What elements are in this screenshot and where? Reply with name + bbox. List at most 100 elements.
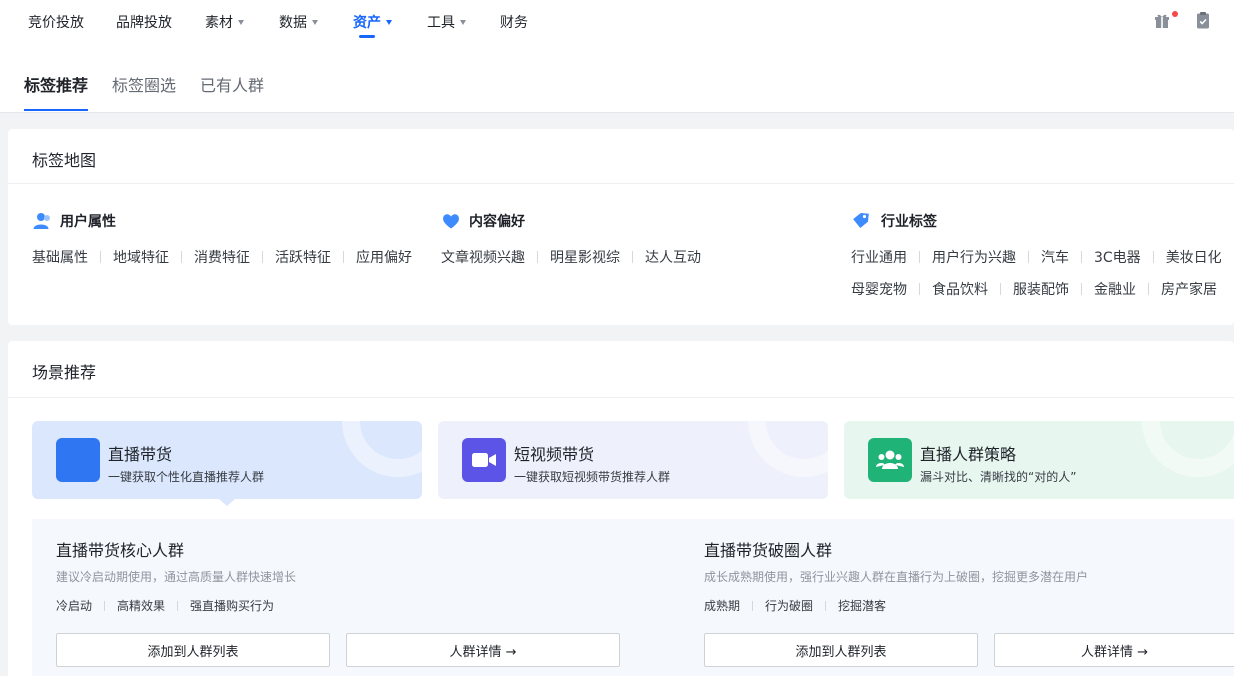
tag-map-title: 标签地图 (32, 151, 97, 170)
scene-title: 短视频带货 (514, 445, 595, 464)
category-user-attributes: 用户属性 (32, 211, 116, 231)
audience-details-button[interactable]: 人群详情 → (346, 633, 620, 667)
nav-item-material[interactable]: 素材 (205, 12, 244, 32)
separator (752, 600, 754, 611)
nav-item-bidding[interactable]: 竞价投放 (28, 12, 84, 32)
tag-item[interactable]: 房产家居 (1161, 279, 1217, 299)
tag-item[interactable]: 地域特征 (113, 247, 169, 267)
audience-tag: 成熟期 (704, 599, 741, 613)
scene-subtitle: 一键获取短视频带货推荐人群 (514, 470, 671, 484)
add-to-audience-list-button[interactable]: 添加到人群列表 (56, 633, 330, 667)
gift-icon[interactable] (1152, 10, 1172, 30)
scene-recommend-title: 场景推荐 (32, 363, 97, 382)
separator (1000, 283, 1001, 295)
category-label: 行业标签 (881, 214, 937, 230)
separator (1028, 251, 1029, 263)
clipboard-icon[interactable] (1193, 10, 1213, 30)
video-camera-icon (462, 438, 506, 482)
tag-item[interactable]: 金融业 (1094, 279, 1136, 299)
tag-map-card: 标签地图 用户属性 基础属性 地域特征 消费特征 活跃特征 应用偏好 内容偏好 … (8, 129, 1234, 325)
category-label: 内容偏好 (469, 214, 525, 230)
separator (825, 600, 827, 611)
audience-tag: 高精效果 (117, 599, 166, 613)
live-icon (56, 438, 100, 482)
decoration-ring (342, 421, 422, 477)
top-navigation: 竞价投放 品牌投放 素材 数据 资产 工具 财务 (0, 0, 1234, 42)
tag-item[interactable]: 基础属性 (32, 247, 88, 267)
tag-item[interactable]: 母婴宠物 (851, 279, 907, 299)
tag-list-content-preference: 文章视频兴趣 明星影视综 达人互动 (441, 247, 701, 267)
active-nav-indicator (359, 35, 375, 38)
chevron-down-icon (386, 20, 392, 25)
audience-tag: 挖掘潜客 (838, 599, 887, 613)
nav-item-data-label: 数据 (279, 15, 307, 31)
audience-description: 建议冷启动期使用，通过高质量人群快速增长 (56, 570, 297, 584)
scene-tab-short-video[interactable]: 短视频带货 一键获取短视频带货推荐人群 (438, 421, 828, 499)
tab-tag-select[interactable]: 标签圈选 (112, 72, 176, 96)
tab-existing-audience[interactable]: 已有人群 (200, 72, 264, 96)
user-icon (33, 213, 50, 229)
tag-item[interactable]: 消费特征 (194, 247, 250, 267)
tag-item[interactable]: 美妆日化 (1166, 247, 1222, 267)
scene-subtitle: 一键获取个性化直播推荐人群 (108, 470, 265, 484)
separator (1152, 251, 1154, 263)
separator (919, 251, 920, 263)
scene-title: 直播人群策略 (920, 445, 1017, 464)
category-label: 用户属性 (60, 214, 116, 230)
nav-item-tools[interactable]: 工具 (427, 12, 466, 32)
tag-item[interactable]: 食品饮料 (932, 279, 988, 299)
notification-dot (1172, 11, 1178, 17)
audience-tag: 冷启动 (56, 599, 93, 613)
tag-icon (853, 212, 869, 228)
nav-item-brand[interactable]: 品牌投放 (116, 12, 172, 32)
nav-item-material-label: 素材 (205, 15, 233, 31)
chevron-down-icon (238, 20, 244, 25)
category-industry-tags: 行业标签 (851, 211, 937, 231)
audience-tags: 冷启动 高精效果 强直播购买行为 (56, 597, 274, 614)
tag-item[interactable]: 文章视频兴趣 (441, 247, 525, 267)
nav-item-assets-label: 资产 (353, 15, 381, 31)
separator (104, 600, 106, 611)
active-tab-indicator (24, 109, 88, 111)
sub-tabs: 标签推荐 标签圈选 已有人群 (0, 42, 1234, 113)
audience-title: 直播带货破圈人群 (704, 541, 833, 560)
separator (343, 251, 344, 263)
tag-list-user-attributes: 基础属性 地域特征 消费特征 活跃特征 应用偏好 (32, 247, 412, 267)
chevron-down-icon (312, 20, 318, 25)
add-to-audience-list-button[interactable]: 添加到人群列表 (704, 633, 978, 667)
separator (1081, 283, 1082, 295)
separator (181, 251, 182, 263)
audience-detail-panel: 直播带货核心人群 建议冷启动期使用，通过高质量人群快速增长 冷启动 高精效果 强… (32, 519, 1234, 676)
category-content-preference: 内容偏好 (441, 211, 525, 231)
separator (177, 600, 179, 611)
separator (537, 251, 538, 263)
audience-tag: 强直播购买行为 (190, 599, 275, 613)
separator (1148, 283, 1149, 295)
separator (1081, 251, 1082, 263)
separator (262, 251, 263, 263)
nav-item-assets[interactable]: 资产 (353, 12, 392, 32)
scene-tab-live-commerce[interactable]: 直播带货 一键获取个性化直播推荐人群 (32, 421, 422, 499)
tag-item[interactable]: 应用偏好 (356, 247, 412, 267)
tag-item[interactable]: 3C电器 (1094, 247, 1141, 267)
tag-item[interactable]: 用户行为兴趣 (932, 247, 1016, 267)
group-users-icon (868, 438, 912, 482)
tag-list-industry-row2: 母婴宠物 食品饮料 服装配饰 金融业 房产家居 (851, 279, 1217, 299)
audience-title: 直播带货核心人群 (56, 541, 185, 560)
tag-item[interactable]: 汽车 (1041, 247, 1069, 267)
scene-tab-live-audience-strategy[interactable]: 直播人群策略 漏斗对比、清晰找的“对的人” (844, 421, 1234, 499)
tag-item[interactable]: 活跃特征 (275, 247, 331, 267)
nav-item-finance[interactable]: 财务 (500, 12, 528, 32)
audience-tags: 成熟期 行为破圈 挖掘潜客 (704, 597, 886, 614)
tab-tag-recommend[interactable]: 标签推荐 (24, 72, 88, 96)
decoration-ring (748, 421, 828, 477)
nav-item-data[interactable]: 数据 (279, 12, 318, 32)
tag-item[interactable]: 服装配饰 (1013, 279, 1069, 299)
chevron-down-icon (460, 20, 466, 25)
audience-details-button[interactable]: 人群详情 → (994, 633, 1234, 667)
tag-item[interactable]: 明星影视综 (550, 247, 620, 267)
decoration-ring (1142, 421, 1234, 477)
tag-item[interactable]: 行业通用 (851, 247, 907, 267)
tag-item[interactable]: 达人互动 (645, 247, 701, 267)
audience-tag: 行为破圈 (765, 599, 814, 613)
